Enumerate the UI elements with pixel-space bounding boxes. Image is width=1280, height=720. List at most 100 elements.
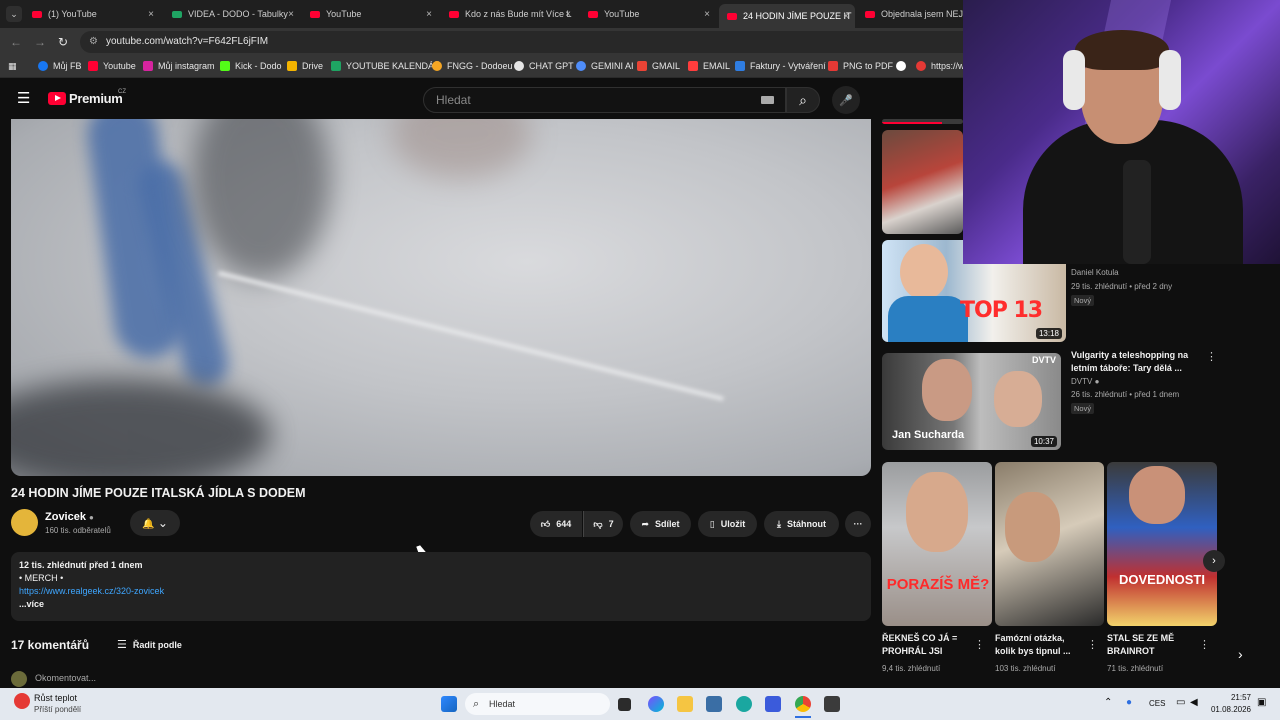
bookmark-youtube[interactable]: Youtube bbox=[88, 61, 136, 71]
shorts-next-button[interactable]: › bbox=[1203, 550, 1225, 572]
url-bar[interactable]: ⚙ youtube.com/watch?v=F642FL6jFIM bbox=[80, 31, 980, 53]
tab-youtube-3[interactable]: Kdo z nás Bude mít Více L × bbox=[441, 4, 577, 24]
video-description[interactable]: 12 tis. zhlédnutí před 1 dnem • MERCH • … bbox=[11, 552, 871, 621]
tab-search-chevron-icon[interactable]: ⌄ bbox=[6, 6, 22, 22]
sort-comments-button[interactable]: ☰ Řadit podle bbox=[117, 638, 182, 651]
sidebar-video-title[interactable]: Vulgarity a teleshopping na letním táboř… bbox=[1071, 349, 1196, 375]
bookmark-gmail[interactable]: GMAIL bbox=[637, 61, 680, 71]
dislike-count: 7 bbox=[608, 519, 614, 529]
volume-icon[interactable]: ◀ bbox=[1190, 697, 1198, 708]
tab-active-video[interactable]: 24 HODIN JÍME POUZE IT × bbox=[719, 4, 855, 28]
bookmark-drive[interactable]: Drive bbox=[287, 61, 323, 71]
short-title[interactable]: ŘEKNEŠ CO JÁ = PROHRÁL JSI bbox=[882, 632, 970, 658]
comment-input[interactable]: Okomentovat... bbox=[35, 673, 96, 683]
close-icon[interactable]: × bbox=[288, 9, 294, 20]
bookmark-kick[interactable]: Kick - Dodo bbox=[220, 61, 282, 71]
channel-name[interactable]: Zovicek ● bbox=[45, 511, 94, 523]
close-icon[interactable]: × bbox=[704, 9, 710, 20]
share-button[interactable]: ➦ Sdílet bbox=[630, 511, 691, 537]
keyboard-icon[interactable] bbox=[761, 96, 774, 104]
more-vertical-icon[interactable]: ⋮ bbox=[1206, 350, 1217, 363]
apps-grid-icon[interactable]: ▦ bbox=[8, 61, 17, 72]
bookmark-faktury[interactable]: Faktury - Vytváření bbox=[735, 61, 826, 71]
language-indicator[interactable]: CES bbox=[1149, 699, 1165, 708]
more-vertical-icon[interactable]: ⋮ bbox=[1087, 638, 1098, 651]
tab-youtube-4[interactable]: YouTube × bbox=[580, 4, 716, 24]
site-info-icon[interactable]: ⚙ bbox=[89, 31, 98, 53]
menu-icon[interactable]: ☰ bbox=[17, 89, 30, 107]
short-title[interactable]: STAL SE ZE MĚ BRAINROT bbox=[1107, 632, 1195, 658]
channel-avatar[interactable] bbox=[11, 509, 38, 536]
youtube-logo-icon[interactable] bbox=[48, 92, 66, 105]
notification-bell-button[interactable]: 🔔 ⌄ bbox=[130, 510, 180, 536]
bookmark-fb[interactable]: Můj FB bbox=[38, 61, 82, 71]
copilot-icon[interactable] bbox=[648, 696, 664, 712]
merch-link[interactable]: https://www.realgeek.cz/320-zovicek bbox=[19, 586, 164, 596]
bookmark-gemini[interactable]: GEMINI AI bbox=[576, 61, 634, 71]
app-icon[interactable] bbox=[824, 696, 840, 712]
sidebar-thumbnail-partial[interactable] bbox=[882, 119, 963, 124]
back-arrow-icon[interactable]: ← bbox=[10, 35, 22, 49]
chevron-right-icon[interactable]: › bbox=[1238, 646, 1243, 662]
task-view-icon[interactable] bbox=[618, 698, 631, 711]
bookmark-png-pdf[interactable]: PNG to PDF bbox=[828, 61, 893, 71]
tab-youtube-1[interactable]: (1) YouTube × bbox=[24, 4, 160, 24]
windows-start-icon[interactable] bbox=[441, 696, 457, 712]
close-icon[interactable]: × bbox=[843, 11, 849, 22]
weather-title[interactable]: Růst teplot bbox=[34, 693, 77, 703]
close-icon[interactable]: × bbox=[426, 9, 432, 20]
bookmark-label: Kick - Dodo bbox=[235, 61, 282, 71]
like-button[interactable]: 👍︎ 644 bbox=[530, 511, 582, 537]
more-vertical-icon[interactable]: ⋮ bbox=[1199, 638, 1210, 651]
short-thumbnail[interactable]: PORAZÍŠ MĚ? bbox=[882, 462, 992, 626]
sidebar-thumbnail-partial[interactable] bbox=[882, 130, 963, 234]
bookmark-fngg[interactable]: FNGG - Dodoeu bbox=[432, 61, 513, 71]
chrome-icon[interactable] bbox=[795, 696, 811, 712]
tab-youtube-5[interactable]: Objednala jsem NEJHOR bbox=[857, 4, 963, 24]
microphone-tray-icon[interactable]: ● bbox=[1126, 697, 1132, 708]
edge-icon[interactable] bbox=[736, 696, 752, 712]
chevron-up-icon[interactable]: ⌃ bbox=[1104, 697, 1112, 708]
bookmark-email[interactable]: EMAIL bbox=[688, 61, 730, 71]
headphones-icon bbox=[1063, 50, 1085, 110]
network-icon[interactable]: ▭ bbox=[1176, 697, 1185, 708]
search-input[interactable]: Hledat bbox=[423, 87, 786, 113]
more-vertical-icon[interactable]: ⋮ bbox=[974, 638, 985, 651]
sidebar-channel-name[interactable]: DVTV ● bbox=[1071, 377, 1099, 386]
download-button[interactable]: ⤓ Stáhnout bbox=[764, 511, 839, 537]
store-icon[interactable] bbox=[706, 696, 722, 712]
bookmark-s[interactable] bbox=[896, 61, 911, 71]
clock-date[interactable]: 01.08.2026 bbox=[1209, 705, 1251, 714]
taskbar-search[interactable]: ⌕ Hledat bbox=[465, 693, 610, 715]
bookmark-chatgpt[interactable]: CHAT GPT bbox=[514, 61, 574, 71]
show-more-link[interactable]: ...více bbox=[19, 598, 863, 611]
tab-sheets[interactable]: VIDEA - DODO - Tabulky × bbox=[164, 4, 300, 24]
bookmark-instagram[interactable]: Můj instagram bbox=[143, 61, 215, 71]
sidebar-video-thumbnail[interactable]: DVTV Jan Sucharda 10:37 bbox=[882, 353, 1061, 450]
voice-search-button[interactable]: 🎤 bbox=[832, 86, 860, 114]
file-explorer-icon[interactable] bbox=[677, 696, 693, 712]
search-button[interactable]: ⌕ bbox=[786, 87, 820, 113]
sidebar-channel-name[interactable]: Daniel Kotula bbox=[1071, 268, 1119, 277]
short-thumbnail[interactable] bbox=[995, 462, 1104, 626]
close-icon[interactable]: × bbox=[148, 9, 154, 20]
pdf-icon bbox=[828, 61, 838, 71]
short-title[interactable]: Famózní otázka, kolik bys tipnul ... bbox=[995, 632, 1083, 658]
more-actions-button[interactable]: ··· bbox=[845, 511, 871, 537]
save-button[interactable]: ▯ Uložit bbox=[698, 511, 757, 537]
short-thumbnail[interactable]: DOVEDNOSTI bbox=[1107, 462, 1217, 626]
close-icon[interactable]: × bbox=[565, 9, 571, 20]
bookmark-calendar[interactable]: YOUTUBE KALENDÁŘ bbox=[331, 61, 441, 71]
youtube-logo-text[interactable]: Premium bbox=[69, 91, 123, 106]
youtube-icon bbox=[32, 10, 42, 18]
reload-icon[interactable]: ↻ bbox=[58, 35, 68, 49]
clock-time[interactable]: 21:57 bbox=[1215, 693, 1251, 702]
bookmark-url[interactable]: https://w bbox=[916, 61, 965, 71]
weather-icon[interactable] bbox=[14, 693, 30, 709]
forward-arrow-icon[interactable]: → bbox=[34, 35, 46, 49]
notification-icon[interactable]: ▣ bbox=[1257, 697, 1266, 708]
dislike-button[interactable]: 👎︎ 7 bbox=[583, 511, 623, 537]
video-player[interactable] bbox=[11, 119, 871, 476]
tab-youtube-2[interactable]: YouTube × bbox=[302, 4, 438, 24]
app-icon[interactable] bbox=[765, 696, 781, 712]
